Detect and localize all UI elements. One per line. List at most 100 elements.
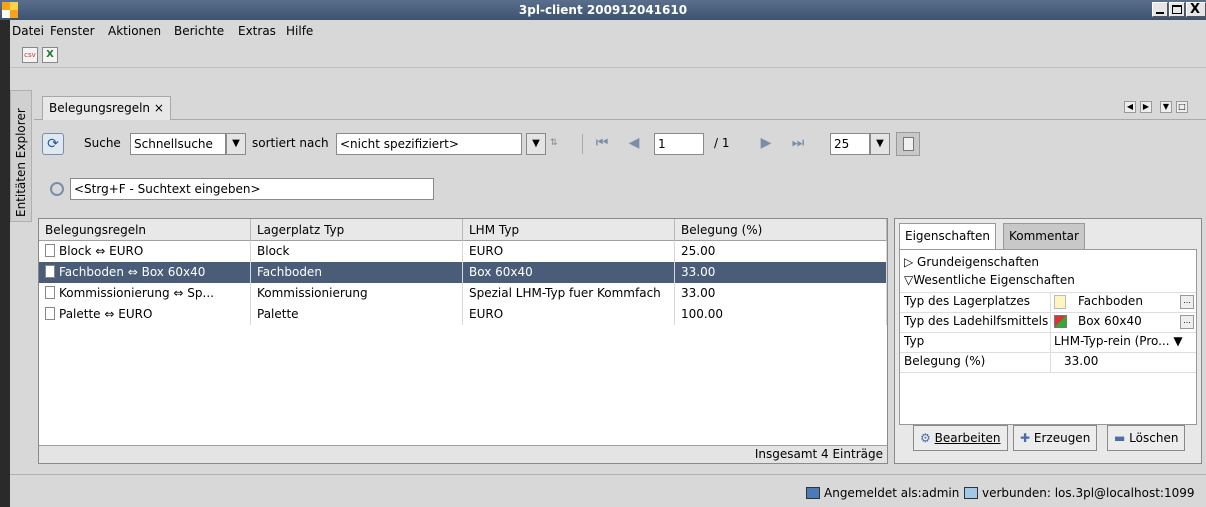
property-value-select[interactable]: LHM-Typ-rein (Pro... ▼ (1054, 334, 1183, 348)
menu-bar: Datei Fenster Aktionen Berichte Extras H… (10, 20, 1206, 42)
page-size-dropdown-icon[interactable]: ▼ (870, 133, 890, 155)
browse-button[interactable]: ... (1180, 315, 1194, 329)
last-page-icon[interactable]: ⏭ (788, 133, 808, 153)
window-title: 3pl-client 200912041610 (518, 3, 688, 17)
page-size-select[interactable]: 25 (830, 133, 870, 155)
refresh-icon[interactable]: ⟳ (42, 133, 64, 155)
property-key: Typ des Lagerplatzes (904, 294, 1030, 308)
lhm-type-icon (1054, 315, 1067, 328)
cell-location-type: Kommissionierung (251, 283, 463, 304)
property-key: Belegung (%) (904, 354, 986, 368)
sort-direction-icon[interactable]: ⇅ (550, 138, 564, 150)
delete-button[interactable]: ▬ Löschen (1107, 425, 1186, 451)
sort-select[interactable]: <nicht spezifiziert> (336, 133, 522, 155)
cell-occupancy: 25.00 (675, 241, 887, 262)
sorted-by-label: sortiert nach (252, 136, 329, 150)
next-page-icon[interactable]: ▶ (756, 133, 776, 153)
rules-table: Belegungsregeln Lagerplatz Typ LHM Typ B… (38, 218, 888, 464)
cell-name: Fachboden ⇔ Box 60x40 (59, 265, 206, 279)
entity-explorer-tab[interactable]: Entitäten Explorer (10, 90, 32, 222)
column-header-lagerplatz-typ[interactable]: Lagerplatz Typ (251, 219, 463, 241)
previous-page-icon[interactable]: ◀ (624, 133, 644, 153)
tab-eigenschaften[interactable]: Eigenschaften (899, 223, 997, 249)
app-logo-icon (2, 2, 18, 18)
properties-body: ▷ Grundeigenschaften ▽Wesentliche Eigens… (899, 249, 1197, 425)
quick-search-input[interactable]: <Strg+F - Suchtext eingeben> (70, 178, 434, 200)
table-row[interactable]: Block ⇔ EURO Block EURO 25.00 (39, 241, 887, 262)
page-total-label: / 1 (714, 136, 730, 150)
close-button[interactable]: X (1186, 2, 1206, 17)
column-header-belegung[interactable]: Belegung (%) (675, 219, 887, 241)
cell-lhm-type: EURO (463, 241, 675, 262)
page-number-input[interactable]: 1 (654, 133, 704, 155)
status-bar: Angemeldet als:admin verbunden: los.3pl@… (10, 474, 1206, 507)
property-row[interactable]: Typ LHM-Typ-rein (Pro... ▼ (900, 333, 1196, 351)
detail-view-icon (903, 137, 914, 151)
menu-hilfe[interactable]: Hilfe (286, 24, 313, 38)
cell-occupancy: 33.00 (675, 283, 887, 304)
cell-name: Block ⇔ EURO (59, 244, 144, 258)
table-row[interactable]: Palette ⇔ EURO Palette EURO 100.00 (39, 304, 887, 325)
search-mode-dropdown-icon[interactable]: ▼ (226, 133, 246, 155)
search-mode-select[interactable]: Schnellsuche (130, 133, 226, 155)
column-header-lhm-typ[interactable]: LHM Typ (463, 219, 675, 241)
tab-belegungsregeln[interactable]: Belegungsregeln × (42, 96, 171, 120)
table-header: Belegungsregeln Lagerplatz Typ LHM Typ B… (39, 219, 887, 241)
search-toolbar: ⟳ Suche Schnellsuche ▼ sortiert nach <ni… (34, 120, 1206, 168)
minimize-icon (1156, 12, 1164, 14)
maximize-button[interactable] (1169, 2, 1185, 17)
table-row[interactable]: Kommissionierung ⇔ Sp... Kommissionierun… (39, 283, 887, 304)
property-row[interactable]: Belegung (%) 33.00 (900, 353, 1196, 371)
column-header-belegungsregeln[interactable]: Belegungsregeln (39, 219, 251, 241)
search-label: Suche (84, 136, 121, 150)
user-icon (806, 487, 820, 499)
property-key: Typ des Ladehilfsmittels (904, 314, 1049, 328)
tab-list-icon[interactable]: ▼ (1160, 101, 1172, 113)
search-icon (50, 182, 64, 196)
cell-lhm-type: Box 60x40 (463, 262, 675, 283)
minimize-button[interactable] (1152, 2, 1168, 17)
tab-scroll-left-icon[interactable]: ◀ (1124, 101, 1136, 113)
property-row[interactable]: Typ des Lagerplatzes Fachboden ... (900, 293, 1196, 311)
edit-button[interactable]: ⚙ Bearbeiten (913, 425, 1008, 451)
first-page-icon[interactable]: ⏮ (592, 133, 612, 153)
document-icon (1054, 295, 1066, 309)
connection-icon (964, 487, 978, 499)
document-icon (45, 307, 55, 320)
cell-occupancy: 33.00 (675, 262, 887, 283)
property-row[interactable]: Typ des Ladehilfsmittels Box 60x40 ... (900, 313, 1196, 331)
cell-name: Kommissionierung ⇔ Sp... (59, 286, 214, 300)
document-tab-strip: Belegungsregeln × ◀ ▶ ▼ □ (34, 94, 1206, 120)
detail-view-toggle[interactable] (896, 132, 920, 156)
csv-export-icon[interactable]: csv (22, 47, 38, 63)
tab-kommentar[interactable]: Kommentar (1003, 223, 1085, 249)
excel-export-icon[interactable]: X (42, 47, 58, 63)
property-value: Fachboden (1078, 294, 1143, 308)
cell-location-type: Palette (251, 304, 463, 325)
create-button[interactable]: ✚ Erzeugen (1013, 425, 1098, 451)
menu-aktionen[interactable]: Aktionen (108, 24, 161, 38)
tab-scroll-right-icon[interactable]: ▶ (1140, 101, 1152, 113)
property-value: Box 60x40 (1078, 314, 1142, 328)
cell-occupancy: 100.00 (675, 304, 887, 325)
table-row[interactable]: Fachboden ⇔ Box 60x40 Fachboden Box 60x4… (39, 262, 887, 283)
section-essential-properties[interactable]: ▽Wesentliche Eigenschaften (900, 272, 1196, 290)
maximize-icon (1172, 5, 1182, 14)
table-footer: Insgesamt 4 Einträge (39, 445, 887, 463)
menu-fenster[interactable]: Fenster (50, 24, 95, 38)
toolbar-separator (582, 134, 583, 154)
property-value: 33.00 (1064, 354, 1099, 368)
sort-dropdown-icon[interactable]: ▼ (526, 133, 546, 155)
section-basic-properties[interactable]: ▷ Grundeigenschaften (900, 254, 1196, 272)
connection-status: verbunden: los.3pl@localhost:1099 (982, 486, 1195, 500)
minus-icon: ▬ (1114, 431, 1126, 445)
plus-icon: ✚ (1020, 431, 1031, 445)
menu-berichte[interactable]: Berichte (174, 24, 224, 38)
cell-location-type: Block (251, 241, 463, 262)
browse-button[interactable]: ... (1180, 295, 1194, 309)
menu-extras[interactable]: Extras (238, 24, 276, 38)
tab-maximize-icon[interactable]: □ (1176, 101, 1188, 113)
cell-name: Palette ⇔ EURO (59, 307, 153, 321)
menu-datei[interactable]: Datei (12, 24, 44, 38)
left-edge (0, 20, 10, 507)
